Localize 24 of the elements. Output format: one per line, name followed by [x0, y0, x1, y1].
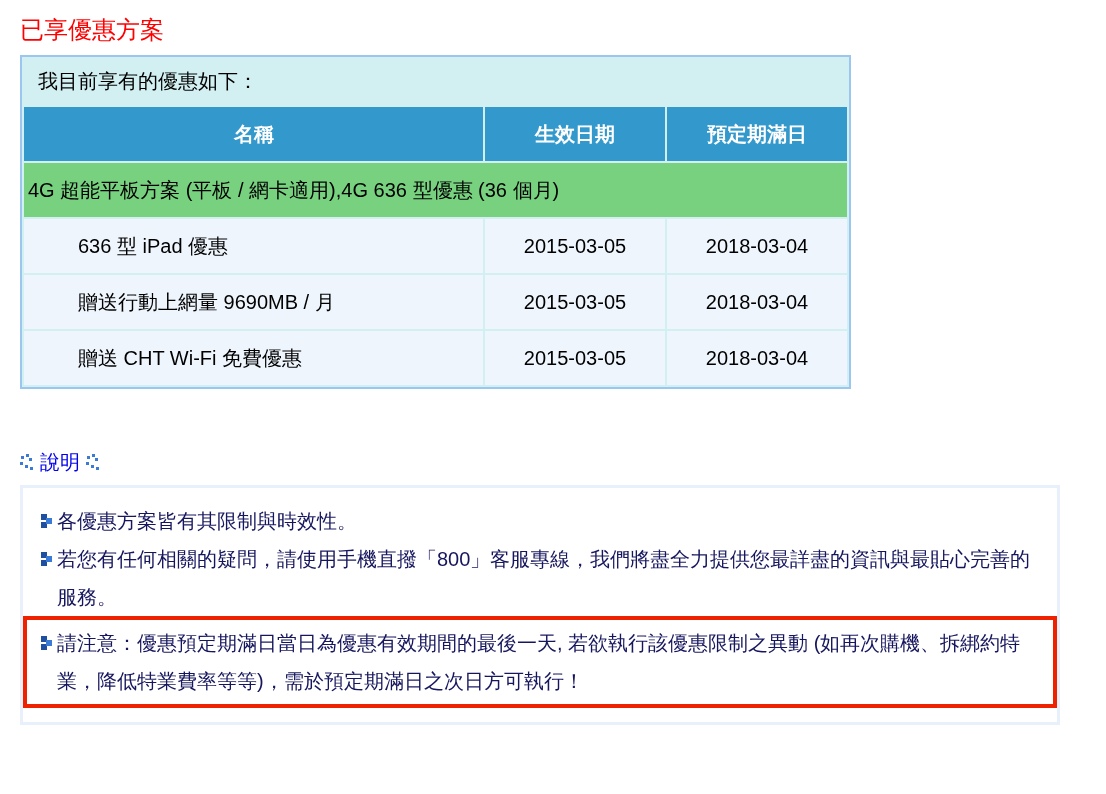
bullet-icon [41, 514, 53, 529]
column-header: 生效日期 [485, 107, 665, 162]
note-text: 請注意：優惠預定期滿日當日為優惠有效期間的最後一天, 若欲執行該優惠限制之異動 (如再次購機、拆綁約特業，降低特業費率等等)，需於預定期滿日之次日方可執行！ [57, 631, 1022, 695]
table-cell: 贈送行動上網量 9690MB / 月 [24, 275, 483, 330]
table-cell: 636 型 iPad 優惠 [24, 219, 483, 274]
section-heading: 說明 [40, 450, 80, 476]
page-title: 已享優惠方案 [20, 15, 165, 45]
column-header: 名稱 [24, 107, 483, 162]
table-cell: 贈送 CHT Wi-Fi 免費優惠 [24, 331, 483, 386]
group-row: 4G 超能平板方案 (平板 / 網卡適用),4G 636 型優惠 (36 個月) [24, 163, 847, 218]
note-text: 各優惠方案皆有其限制與時效性。 [57, 509, 357, 535]
note-text: 若您有任何相關的疑問，請使用手機直撥「800」客服專線，我們將盡全力提供您最詳盡的資訊與最貼心完善的服務。 [57, 547, 1032, 611]
table-cell: 2018-03-04 [667, 275, 847, 330]
bullet-icon [41, 552, 53, 567]
table-cell: 2015-03-05 [485, 331, 665, 386]
dots-icon [86, 454, 100, 471]
table-caption: 我目前享有的優惠如下： [38, 69, 258, 95]
table-cell: 2018-03-04 [667, 331, 847, 386]
bullet-icon [41, 636, 53, 651]
table-cell: 2015-03-05 [485, 219, 665, 274]
column-header: 預定期滿日 [667, 107, 847, 162]
dots-icon [20, 454, 34, 471]
table-cell: 2018-03-04 [667, 219, 847, 274]
table-cell: 2015-03-05 [485, 275, 665, 330]
